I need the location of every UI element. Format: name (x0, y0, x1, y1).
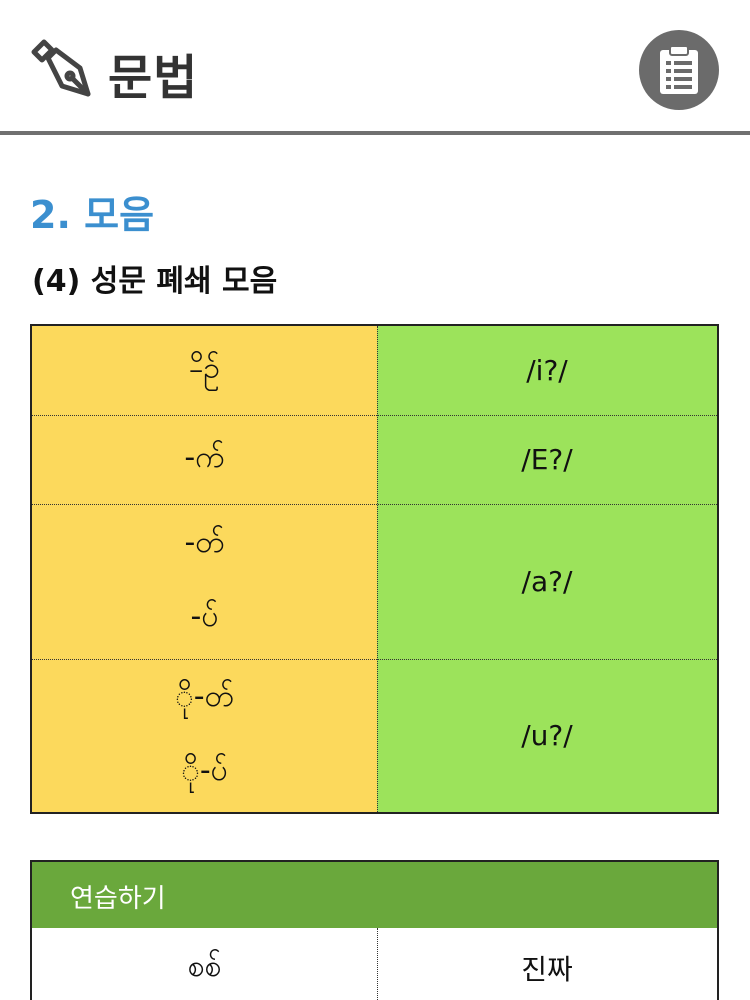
sound-cell: /E?/ (521, 443, 573, 476)
page-title: 문법 (108, 50, 199, 106)
practice-word: စစ် (187, 948, 222, 984)
sound-cell: /i?/ (526, 354, 568, 387)
fountain-pen-icon (31, 39, 91, 97)
sound-cell: /a?/ (521, 565, 573, 598)
subsection-title: (4) 성문 폐쇄 모음 (32, 264, 278, 299)
sound-cell: /u?/ (521, 719, 573, 752)
vowel-table: -ိဉ် /i?/ -က် /E?/ -တ် -ပ် /a?/ ို-တ် ို… (30, 324, 719, 814)
practice-heading: 연습하기 (70, 884, 166, 914)
section-title: 2. 모음 (30, 193, 155, 237)
practice-meaning: 진짜 (521, 953, 573, 986)
script-cell: -ိဉ် (188, 351, 221, 386)
clipboard-icon (660, 45, 698, 94)
practice-row[interactable]: စစ် 진짜 (32, 928, 717, 1000)
app-header: 문법 (0, 0, 750, 136)
script-cell: ို-တ် (175, 678, 234, 714)
practice-divider (377, 928, 378, 1000)
header-divider (0, 131, 750, 135)
script-cell: ို-ပ် (181, 752, 228, 788)
script-cell: -က် (184, 440, 225, 475)
script-cell: -တ် (184, 524, 225, 560)
practice-header: 연습하기 (32, 862, 717, 928)
clipboard-button[interactable] (639, 30, 719, 110)
script-cell: -ပ် (190, 598, 219, 634)
practice-panel: 연습하기 စစ် 진짜 (30, 860, 719, 1000)
